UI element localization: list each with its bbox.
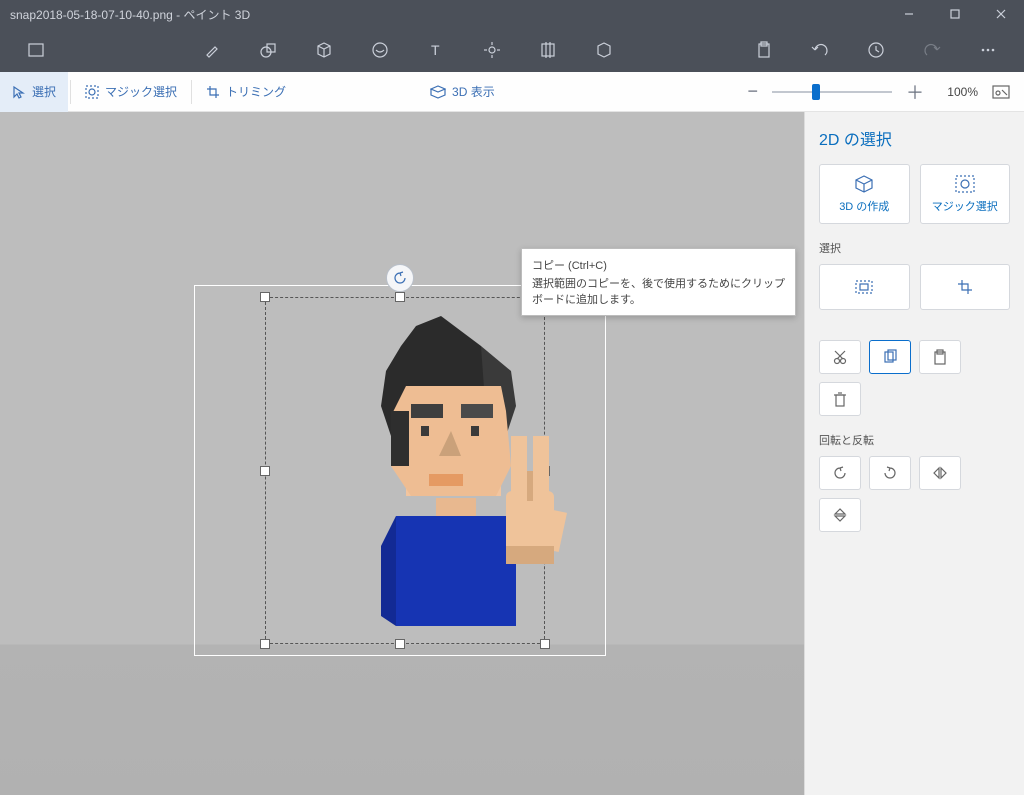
titlebar: snap2018-05-18-07-10-40.png - ペイント 3D [0, 0, 1024, 28]
tooltip: コピー (Ctrl+C) 選択範囲のコピーを、後で使用するためにクリップボードに… [521, 248, 796, 316]
maximize-button[interactable] [932, 0, 978, 28]
library-3d-tool[interactable] [576, 28, 632, 72]
zoom-slider[interactable] [772, 82, 892, 102]
separator [191, 80, 192, 104]
workspace: コピー (Ctrl+C) 選択範囲のコピーを、後で使用するためにクリップボードに… [0, 112, 1024, 795]
panel-title: 2D の選択 [819, 126, 1010, 150]
make-3d-label: 3D の作成 [839, 198, 889, 214]
effects-tool[interactable] [464, 28, 520, 72]
select-all-button[interactable] [819, 264, 910, 310]
panel-paste-button[interactable] [919, 340, 961, 374]
view3d-label: 3D 表示 [452, 83, 495, 100]
tooltip-title: コピー (Ctrl+C) [532, 257, 785, 273]
zoom-value: 100% [938, 85, 978, 99]
zoom-in-button[interactable]: ＋ [900, 79, 930, 105]
crop-label: トリミング [226, 83, 286, 100]
magic-select-tool[interactable]: マジック選択 [73, 72, 189, 112]
fit-screen-button[interactable] [986, 85, 1016, 99]
section-rotate-label: 回転と反転 [819, 432, 1010, 448]
options-bar: 選択 マジック選択 トリミング 3D 表示 − ＋ 100% [0, 72, 1024, 112]
view3d-toggle[interactable]: 3D 表示 [418, 72, 507, 112]
window-title: snap2018-05-18-07-10-40.png - ペイント 3D [0, 6, 886, 23]
section-select-label: 選択 [819, 240, 1010, 256]
resize-handle-nw[interactable] [260, 292, 270, 302]
rotate-ccw-button[interactable] [819, 456, 861, 490]
rotate-row [819, 456, 1010, 532]
canvas-tool[interactable] [520, 28, 576, 72]
resize-handle-sw[interactable] [260, 639, 270, 649]
panel-crop-button[interactable] [920, 264, 1011, 310]
cut-button[interactable] [819, 340, 861, 374]
clipboard-row [819, 340, 1010, 416]
panel-magic-select-button[interactable]: マジック選択 [920, 164, 1011, 224]
rotate-cw-button[interactable] [869, 456, 911, 490]
paste-button[interactable] [736, 28, 792, 72]
shapes-3d-tool[interactable] [296, 28, 352, 72]
canvas-content-avatar [311, 316, 571, 646]
crop-tool[interactable]: トリミング [194, 72, 298, 112]
copy-button[interactable] [869, 340, 911, 374]
close-button[interactable] [978, 0, 1024, 28]
magic-select-label: マジック選択 [105, 83, 177, 100]
text-tool[interactable]: T [408, 28, 464, 72]
selection-frame[interactable] [194, 285, 606, 656]
side-panel: 2D の選択 3D の作成 マジック選択 選択 [804, 112, 1024, 795]
resize-handle-n[interactable] [395, 292, 405, 302]
brushes-tool[interactable] [184, 28, 240, 72]
zoom-controls: − ＋ 100% [741, 79, 1024, 105]
more-button[interactable] [960, 28, 1016, 72]
undo-button[interactable] [792, 28, 848, 72]
flip-vertical-button[interactable] [819, 498, 861, 532]
svg-text:T: T [431, 42, 440, 58]
rotate-handle[interactable] [386, 264, 414, 292]
stickers-tool[interactable] [352, 28, 408, 72]
make-3d-button[interactable]: 3D の作成 [819, 164, 910, 224]
select-label: 選択 [32, 83, 56, 100]
separator [70, 80, 71, 104]
panel-magic-select-label: マジック選択 [932, 198, 998, 214]
flip-horizontal-button[interactable] [919, 456, 961, 490]
redo-button[interactable] [904, 28, 960, 72]
resize-handle-w[interactable] [260, 466, 270, 476]
minimize-button[interactable] [886, 0, 932, 28]
delete-button[interactable] [819, 382, 861, 416]
menu-button[interactable] [8, 28, 64, 72]
select-tool[interactable]: 選択 [0, 72, 68, 112]
canvas-area[interactable]: コピー (Ctrl+C) 選択範囲のコピーを、後で使用するためにクリップボードに… [0, 112, 804, 795]
shapes-2d-tool[interactable] [240, 28, 296, 72]
zoom-out-button[interactable]: − [741, 81, 764, 102]
main-toolbar: T [0, 28, 1024, 72]
app-window: snap2018-05-18-07-10-40.png - ペイント 3D T … [0, 0, 1024, 795]
tooltip-body: 選択範囲のコピーを、後で使用するためにクリップボードに追加します。 [532, 275, 785, 307]
history-button[interactable] [848, 28, 904, 72]
